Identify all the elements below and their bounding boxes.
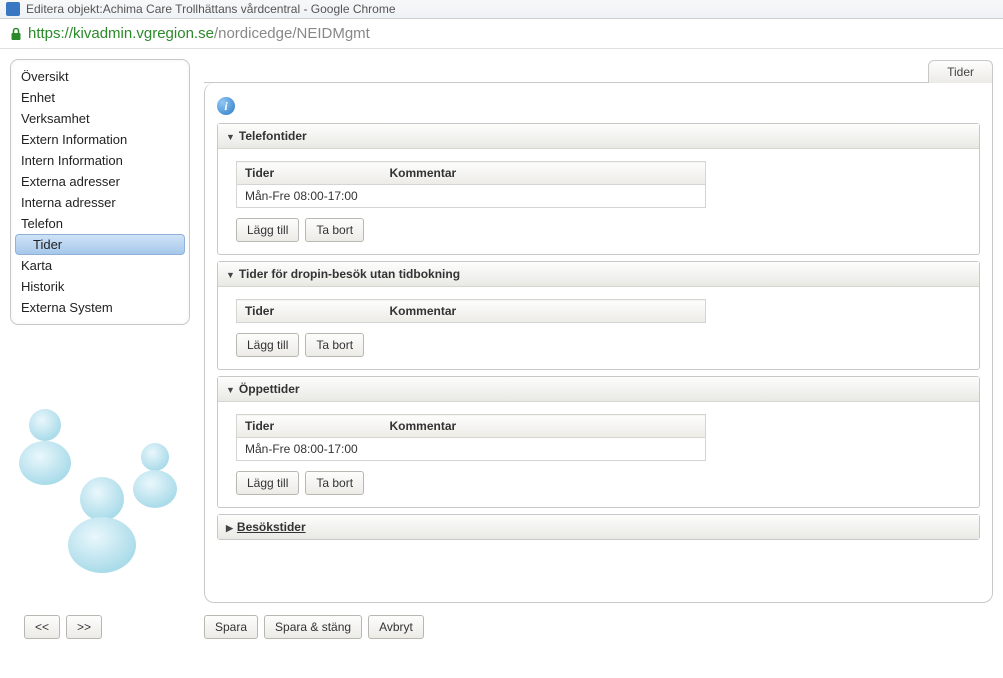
section-dropin: Tider för dropin-besök utan tidbokning T… xyxy=(217,261,980,370)
sidebar-item-telefon[interactable]: Telefon xyxy=(15,213,185,234)
collapse-icon xyxy=(226,267,235,281)
url-host: https://kivadmin.vgregion.se xyxy=(28,25,214,42)
decorative-avatars xyxy=(10,385,190,585)
section-header-besokstider[interactable]: Besökstider xyxy=(218,515,979,539)
address-bar[interactable]: https://kivadmin.vgregion.se/nordicedge/… xyxy=(0,19,1003,49)
col-kommentar: Kommentar xyxy=(382,162,706,185)
oppettider-table: Tider Kommentar Mån-Fre 08:00-17:00 xyxy=(236,414,706,461)
collapse-icon xyxy=(226,129,235,143)
col-tider: Tider xyxy=(237,162,382,185)
add-button-telefontider[interactable]: Lägg till xyxy=(236,218,299,242)
col-tider: Tider xyxy=(237,300,382,323)
window-title: Editera objekt:Achima Care Trollhättans … xyxy=(26,2,396,16)
remove-button-dropin[interactable]: Ta bort xyxy=(305,333,364,357)
save-close-button[interactable]: Spara & stäng xyxy=(264,615,362,639)
col-tider: Tider xyxy=(237,415,382,438)
url-path: /nordicedge/NEIDMgmt xyxy=(214,25,370,42)
sidebar-item-interna-adresser[interactable]: Interna adresser xyxy=(15,192,185,213)
remove-button-oppettider[interactable]: Ta bort xyxy=(305,471,364,495)
sidebar-item-externa-adresser[interactable]: Externa adresser xyxy=(15,171,185,192)
add-button-oppettider[interactable]: Lägg till xyxy=(236,471,299,495)
app-icon xyxy=(6,2,20,16)
collapse-icon xyxy=(226,382,235,396)
sidebar-item-karta[interactable]: Karta xyxy=(15,255,185,276)
main-panel: i Telefontider Tider Kommentar xyxy=(204,83,993,603)
table-row[interactable]: Mån-Fre 08:00-17:00 xyxy=(237,185,706,208)
window-titlebar: Editera objekt:Achima Care Trollhättans … xyxy=(0,0,1003,19)
sidebar-item-oversikt[interactable]: Översikt xyxy=(15,66,185,87)
section-oppettider: Öppettider Tider Kommentar Mån-Fre 08:0 xyxy=(217,376,980,508)
tab-strip: Tider xyxy=(204,59,993,83)
table-row[interactable]: Mån-Fre 08:00-17:00 xyxy=(237,438,706,461)
sidebar-item-enhet[interactable]: Enhet xyxy=(15,87,185,108)
col-kommentar: Kommentar xyxy=(382,415,706,438)
section-header-telefontider[interactable]: Telefontider xyxy=(218,124,979,149)
section-header-oppettider[interactable]: Öppettider xyxy=(218,377,979,402)
tab-tider[interactable]: Tider xyxy=(928,60,993,83)
section-header-dropin[interactable]: Tider för dropin-besök utan tidbokning xyxy=(218,262,979,287)
sidebar-item-tider[interactable]: Tider xyxy=(15,234,185,255)
sidebar-nav: Översikt Enhet Verksamhet Extern Informa… xyxy=(10,59,190,325)
section-telefontider: Telefontider Tider Kommentar Mån-Fre 08 xyxy=(217,123,980,255)
sidebar-item-verksamhet[interactable]: Verksamhet xyxy=(15,108,185,129)
section-besokstider: Besökstider xyxy=(217,514,980,540)
sidebar-item-extern-information[interactable]: Extern Information xyxy=(15,129,185,150)
info-icon[interactable]: i xyxy=(217,97,235,115)
sidebar-item-intern-information[interactable]: Intern Information xyxy=(15,150,185,171)
add-button-dropin[interactable]: Lägg till xyxy=(236,333,299,357)
col-kommentar: Kommentar xyxy=(382,300,706,323)
telefontider-table: Tider Kommentar Mån-Fre 08:00-17:00 xyxy=(236,161,706,208)
remove-button-telefontider[interactable]: Ta bort xyxy=(305,218,364,242)
sidebar-item-externa-system[interactable]: Externa System xyxy=(15,297,185,318)
dropin-table: Tider Kommentar xyxy=(236,299,706,323)
save-button[interactable]: Spara xyxy=(204,615,258,639)
sidebar-item-historik[interactable]: Historik xyxy=(15,276,185,297)
lock-icon xyxy=(10,27,22,41)
expand-icon xyxy=(226,520,233,534)
cancel-button[interactable]: Avbryt xyxy=(368,615,424,639)
prev-button[interactable]: << xyxy=(24,615,60,639)
next-button[interactable]: >> xyxy=(66,615,102,639)
